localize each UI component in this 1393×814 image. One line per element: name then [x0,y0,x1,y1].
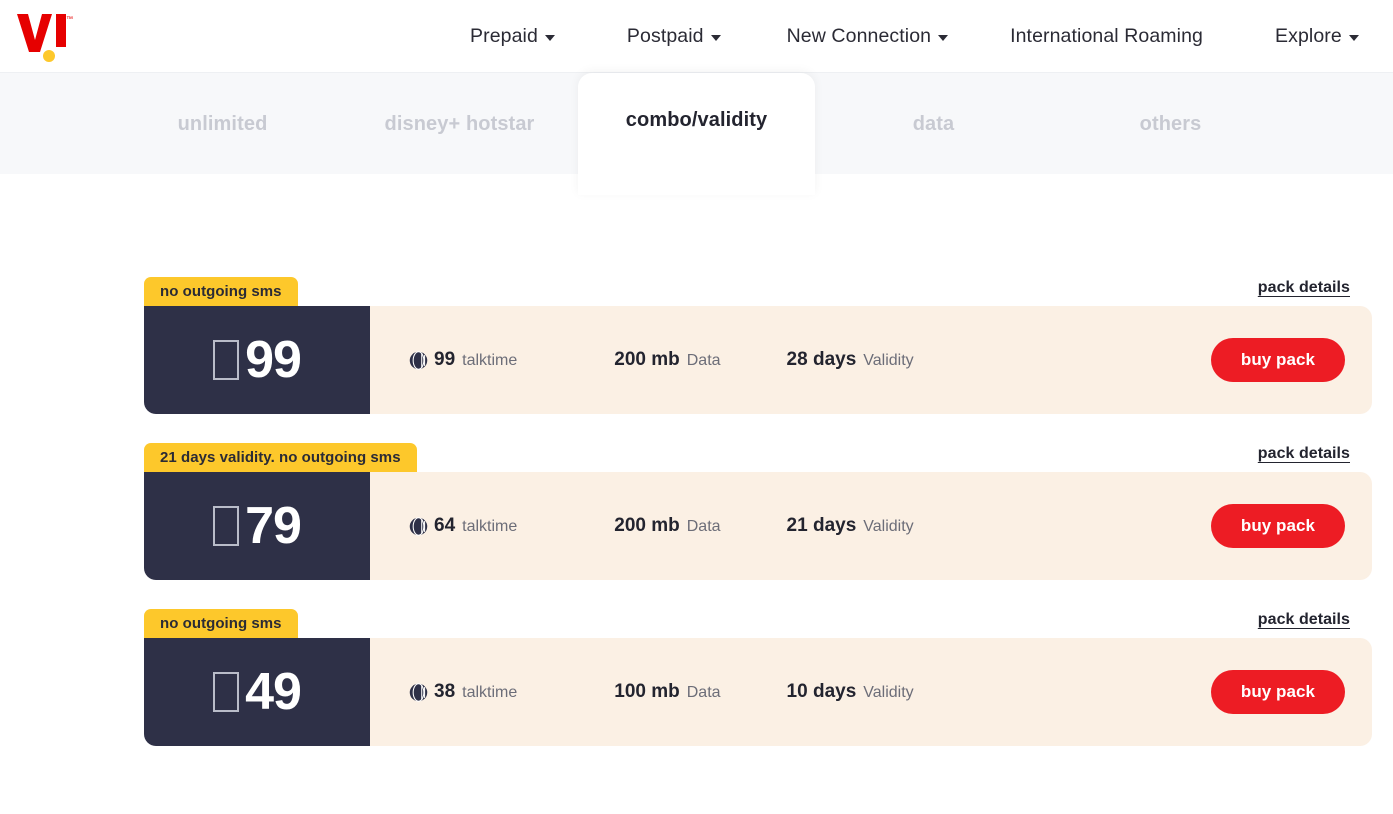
validity-value: 21 days [786,515,857,536]
nav-item-label: Explore [1274,24,1342,47]
data-label: Data [686,518,721,535]
talktime-value: 99 [434,349,456,370]
main-navigation: Prepaid Postpaid New Connection Internat… [470,0,1383,72]
data-label: Data [686,352,721,369]
data-value: 200 mb [614,515,680,536]
rupee-symbol-icon [213,506,240,546]
feature-validity: 21 days Validity [787,515,914,537]
plan-price-block: 79 [144,472,370,580]
plan-info-block: 99 talktime 200 mb Data 28 days Validity… [370,306,1372,414]
nav-item-label: International Roaming [1010,24,1203,47]
feature-talktime: 64 talktime [409,515,517,537]
feature-data: 200 mb Data [614,349,720,371]
tab-label: combo/validity [625,109,768,131]
status-badge: 21 days validity. no outgoing sms [144,443,417,472]
pack-details-link[interactable]: pack details [1258,445,1350,463]
validity-label: Validity [863,352,914,369]
nav-item-prepaid[interactable]: Prepaid [470,25,555,48]
plan-price: 99 [213,330,302,390]
nav-item-new-connection[interactable]: New Connection [786,24,949,48]
tab-data[interactable]: data [815,73,1052,175]
tab-disney-hotstar[interactable]: disney+ hotstar [341,73,578,175]
data-value: 100 mb [614,681,680,702]
pack-details-link[interactable]: pack details [1258,279,1350,297]
rupee-symbol-icon [213,672,240,712]
chevron-down-icon [710,34,721,41]
talktime-label: talktime [462,518,518,535]
tab-label: disney+ hotstar [384,112,535,135]
plan-card-body: 49 38 talktime 100 mb Data 10 days Valid… [144,638,1372,746]
talktime-sphere-icon [409,516,428,536]
tab-label: data [912,112,955,135]
svg-text:™: ™ [66,16,73,23]
plan-info-block: 64 talktime 200 mb Data 21 days Validity… [370,472,1372,580]
nav-item-label: New Connection [786,24,932,47]
chevron-down-icon [544,34,555,41]
feature-talktime: 38 talktime [409,681,517,703]
tab-others[interactable]: others [1052,73,1289,175]
rupee-symbol-icon [213,340,240,380]
chevron-down-icon [938,34,949,41]
plan-price-value: 79 [245,497,302,555]
plan-list: no outgoing sms pack details 99 99 talkt… [0,174,1393,746]
tab-label: unlimited [177,112,268,135]
nav-item-explore[interactable]: Explore [1275,25,1359,48]
talktime-value: 64 [434,515,456,536]
feature-data: 100 mb Data [614,681,720,703]
validity-label: Validity [863,518,914,535]
plan-card: 21 days validity. no outgoing sms pack d… [144,443,1372,580]
buy-pack-button[interactable]: buy pack [1210,670,1345,714]
nav-item-postpaid[interactable]: Postpaid [627,25,721,48]
nav-item-label: Postpaid [626,24,704,47]
feature-talktime: 99 talktime [409,349,517,371]
vi-logo[interactable]: ™ [14,8,74,64]
plan-card-header: no outgoing sms pack details [144,277,1372,306]
pack-details-link[interactable]: pack details [1258,611,1350,629]
plan-category-tabs: unlimited disney+ hotstar combo/validity… [0,72,1393,195]
plan-price: 79 [213,496,302,556]
plan-price-value: 49 [245,663,302,721]
talktime-sphere-icon [409,682,428,702]
tab-unlimited[interactable]: unlimited [104,73,341,175]
talktime-label: talktime [462,684,518,701]
validity-label: Validity [863,684,914,701]
talktime-label: talktime [462,352,518,369]
site-header: ™ Prepaid Postpaid New Connection Intern… [0,0,1393,72]
plan-card-header: no outgoing sms pack details [144,609,1372,638]
plan-price: 49 [213,662,302,722]
validity-value: 28 days [786,349,857,370]
plan-card: no outgoing sms pack details 99 99 talkt… [144,277,1372,414]
tab-label: others [1139,112,1202,135]
status-badge: no outgoing sms [144,609,298,638]
plan-price-block: 99 [144,306,370,414]
talktime-value: 38 [434,681,456,702]
feature-validity: 10 days Validity [787,681,914,703]
chevron-down-icon [1348,34,1359,41]
buy-pack-button[interactable]: buy pack [1210,504,1345,548]
nav-item-international-roaming[interactable]: International Roaming [1010,25,1203,48]
talktime-sphere-icon [409,350,428,370]
feature-validity: 28 days Validity [787,349,914,371]
plan-card-body: 79 64 talktime 200 mb Data 21 days Valid… [144,472,1372,580]
nav-item-label: Prepaid [470,24,538,47]
status-badge: no outgoing sms [144,277,298,306]
data-label: Data [686,684,721,701]
plan-info-block: 38 talktime 100 mb Data 10 days Validity… [370,638,1372,746]
tab-combo-validity[interactable]: combo/validity [578,73,815,195]
buy-pack-button[interactable]: buy pack [1210,338,1345,382]
plan-price-block: 49 [144,638,370,746]
plan-card-body: 99 99 talktime 200 mb Data 28 days Valid… [144,306,1372,414]
plan-price-value: 99 [245,331,302,389]
plan-card-header: 21 days validity. no outgoing sms pack d… [144,443,1372,472]
validity-value: 10 days [786,681,857,702]
plan-card: no outgoing sms pack details 49 38 talkt… [144,609,1372,746]
data-value: 200 mb [614,349,680,370]
feature-data: 200 mb Data [614,515,720,537]
